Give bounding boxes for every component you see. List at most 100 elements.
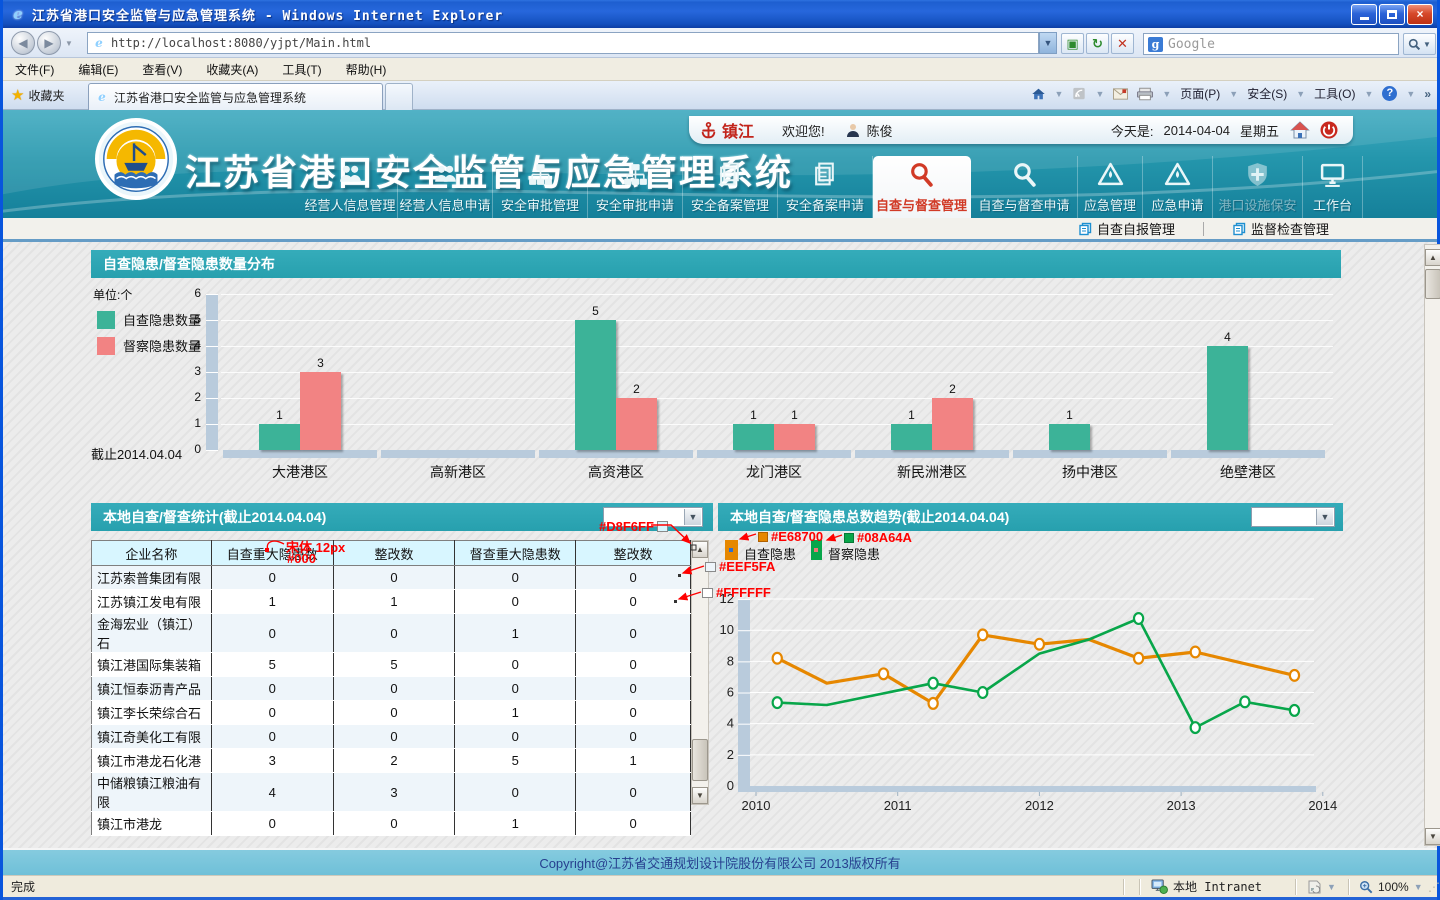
- maximize-icon: [1387, 10, 1397, 19]
- value-cell: 4: [211, 773, 333, 812]
- value-cell: 5: [455, 749, 576, 773]
- favorites-star-icon: ★: [11, 86, 24, 104]
- logout-power-icon[interactable]: [1319, 120, 1339, 140]
- menu-tools[interactable]: 工具(T): [282, 61, 321, 78]
- resize-grip[interactable]: ⋰: [1428, 876, 1440, 897]
- page-content: 自查隐患/督查隐患数量分布 单位:个 自查隐患数量 督察隐患数量 截止2014.…: [3, 242, 1437, 848]
- feeds-button-icon[interactable]: [1072, 87, 1086, 100]
- table-scrollbar-thumb[interactable]: [692, 739, 708, 781]
- nav-item-2[interactable]: 经营人信息申请: [398, 156, 493, 218]
- bar-自查隐患数量: [733, 424, 774, 450]
- back-button[interactable]: ◀: [11, 31, 35, 55]
- maximize-button[interactable]: [1379, 4, 1405, 25]
- company-name-cell: 镇江恒泰沥青产品: [92, 677, 212, 701]
- page-favicon-icon: e: [92, 36, 106, 50]
- search-input[interactable]: g Google: [1143, 33, 1399, 55]
- people-icon: [337, 161, 364, 193]
- home-button-icon[interactable]: [1031, 87, 1046, 101]
- address-dropdown-button[interactable]: ▼: [1039, 32, 1057, 54]
- nav-item-3[interactable]: 安全审批管理: [493, 156, 588, 218]
- nav-item-11[interactable]: 港口设施保安: [1213, 156, 1303, 218]
- table-row[interactable]: 镇江市港龙0010: [92, 812, 691, 836]
- subnav-self-check-report[interactable]: 自查自报管理: [1050, 219, 1203, 238]
- mail-button-icon[interactable]: [1113, 88, 1128, 100]
- nav-item-5[interactable]: 安全备案管理: [683, 156, 778, 218]
- nav-item-7[interactable]: 自查与督查管理: [873, 156, 971, 218]
- bar-value-label: 1: [259, 408, 300, 422]
- value-cell: 0: [576, 812, 691, 836]
- page-scrollbar-thumb[interactable]: [1425, 269, 1440, 299]
- scroll-down-icon[interactable]: ▼: [692, 787, 708, 804]
- bar-value-label: 1: [1049, 408, 1090, 422]
- table-row[interactable]: 镇江恒泰沥青产品0000: [92, 677, 691, 701]
- warning-icon: [1164, 161, 1191, 193]
- nav-item-12[interactable]: 工作台: [1303, 156, 1363, 218]
- table-row[interactable]: 镇江市港龙石化港3251: [92, 749, 691, 773]
- y-axis-band: [206, 294, 218, 451]
- table-row[interactable]: 镇江李长荣综合石0010: [92, 701, 691, 725]
- minimize-icon: [1360, 17, 1369, 20]
- copyright-text: Copyright@江苏省交通规划设计院股份有限公司 2013版权所有: [539, 853, 900, 872]
- bar-value-label: 1: [733, 408, 774, 422]
- table-row[interactable]: 江苏镇江发电有限1100: [92, 590, 691, 614]
- svg-text:2013: 2013: [1167, 798, 1196, 813]
- command-safety-button[interactable]: 安全(S): [1247, 85, 1287, 102]
- active-tab[interactable]: e 江苏省港口安全监管与应急管理系统: [88, 83, 383, 110]
- subnav-supervision-check[interactable]: 监督检查管理: [1204, 219, 1357, 238]
- nav-item-9[interactable]: 应急管理: [1078, 156, 1143, 218]
- page-scrollbar[interactable]: ▲ ▼: [1424, 244, 1440, 846]
- table-row[interactable]: 金海宏业（镇江）石0010: [92, 614, 691, 653]
- new-tab-stub[interactable]: [385, 83, 413, 110]
- page-footer: Copyright@江苏省交通规划设计院股份有限公司 2013版权所有: [3, 848, 1437, 875]
- gridline: [221, 398, 1333, 399]
- stop-button[interactable]: ✕: [1111, 33, 1134, 54]
- nav-item-10[interactable]: 应急申请: [1143, 156, 1213, 218]
- table-row[interactable]: 镇江港国际集装箱5500: [92, 653, 691, 677]
- menu-favorites[interactable]: 收藏夹(A): [206, 61, 258, 78]
- address-input[interactable]: e http://localhost:8080/yjpt/Main.html: [87, 32, 1039, 54]
- history-chevron-icon[interactable]: ▼: [65, 39, 73, 48]
- value-cell: 0: [333, 701, 455, 725]
- dropdown-arrow-icon: ▼: [684, 509, 701, 525]
- value-cell: 1: [333, 590, 455, 614]
- tab-favicon-icon: e: [95, 90, 109, 104]
- nav-item-1[interactable]: 经营人信息管理: [303, 156, 398, 218]
- line-filter-dropdown[interactable]: ▼: [1251, 507, 1335, 527]
- magnifier-icon: [1011, 161, 1038, 193]
- value-cell: 0: [333, 812, 455, 836]
- menu-view[interactable]: 查看(V): [142, 61, 182, 78]
- close-button[interactable]: ×: [1407, 4, 1433, 25]
- search-magnifier-icon: [1408, 38, 1421, 51]
- scroll-up-icon[interactable]: ▲: [692, 541, 708, 558]
- stats-table-panel: 本地自查/督查统计(截止2014.04.04) ▼ 企业名称自查重大隐患数整改数…: [91, 503, 713, 805]
- value-cell: 0: [211, 725, 333, 749]
- minimize-button[interactable]: [1351, 4, 1377, 25]
- compatibility-button[interactable]: ▣: [1061, 33, 1084, 54]
- help-button-icon[interactable]: ?: [1382, 86, 1397, 101]
- nav-item-8[interactable]: 自查与督查申请: [971, 156, 1078, 218]
- home-icon[interactable]: [1289, 120, 1311, 140]
- annotation-row-odd-bg: #EEF5FA: [705, 559, 775, 574]
- menu-edit[interactable]: 编辑(E): [78, 61, 118, 78]
- zoom-control[interactable]: 100% ▼: [1359, 876, 1423, 897]
- scroll-down-icon[interactable]: ▼: [1425, 828, 1440, 845]
- table-scrollbar[interactable]: ▲ ▼: [691, 540, 709, 805]
- nav-item-6[interactable]: 安全备案申请: [778, 156, 873, 218]
- more-commands-chevron[interactable]: »: [1424, 87, 1431, 101]
- table-row[interactable]: 江苏索普集团有限0000: [92, 566, 691, 590]
- refresh-button[interactable]: ↻: [1086, 33, 1109, 54]
- menu-help[interactable]: 帮助(H): [346, 61, 387, 78]
- menu-file[interactable]: 文件(F): [15, 61, 54, 78]
- search-go-button[interactable]: ▼: [1403, 33, 1436, 55]
- forward-button[interactable]: ▶: [37, 31, 61, 55]
- protected-mode-button[interactable]: ▼: [1306, 876, 1336, 897]
- scroll-up-icon[interactable]: ▲: [1425, 249, 1440, 266]
- print-button-icon[interactable]: [1137, 87, 1153, 101]
- command-page-button[interactable]: 页面(P): [1180, 85, 1220, 102]
- command-tools-button[interactable]: 工具(O): [1314, 85, 1355, 102]
- table-row[interactable]: 中储粮镇江粮油有限4300: [92, 773, 691, 812]
- table-row[interactable]: 镇江奇美化工有限0000: [92, 725, 691, 749]
- nav-item-4[interactable]: 安全审批申请: [588, 156, 683, 218]
- x-axis-segment: [855, 450, 1009, 458]
- favorites-button[interactable]: ★ 收藏夹: [11, 86, 64, 104]
